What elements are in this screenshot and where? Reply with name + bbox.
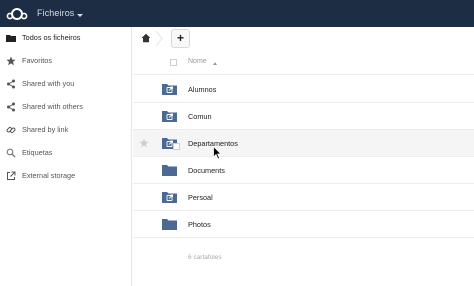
folder-icon	[162, 219, 177, 230]
external-icon	[7, 171, 16, 180]
shared-folder-icon	[162, 192, 177, 203]
share-icon	[7, 102, 15, 112]
sidebar-item-label: Favoritos	[22, 56, 53, 65]
file-list-header: Nome	[133, 53, 474, 75]
sidebar-item-label: External storage	[22, 171, 76, 180]
breadcrumb-separator-icon	[155, 31, 163, 46]
file-name[interactable]: Documents	[188, 166, 225, 175]
table-row[interactable]: Alumnos	[133, 76, 474, 103]
sidebar-item-label: Etiquetas	[22, 148, 53, 157]
file-name[interactable]: Photos	[188, 220, 211, 229]
app-menu-title[interactable]: Ficheiros	[37, 8, 74, 18]
table-row[interactable]: Photos	[133, 211, 474, 238]
row-checkbox[interactable]	[173, 143, 180, 150]
sidebar: Todos os ficheiros Favoritos Shared with…	[0, 27, 132, 286]
file-name[interactable]: Alumnos	[188, 85, 216, 94]
table-row[interactable]: Persoal	[133, 184, 474, 211]
select-all-checkbox[interactable]	[170, 59, 177, 66]
new-file-button[interactable]: +	[171, 29, 190, 48]
link-icon	[6, 126, 16, 134]
sidebar-item-tags[interactable]: Etiquetas	[0, 142, 132, 165]
sidebar-item-label: Shared with others	[22, 102, 83, 111]
file-name[interactable]: Comun	[188, 112, 212, 121]
app-header: Ficheiros	[0, 0, 474, 27]
folder-icon	[162, 165, 177, 176]
shared-folder-icon	[162, 111, 177, 122]
sidebar-item-label: Shared by link	[22, 125, 69, 134]
mouse-cursor-icon	[213, 146, 222, 160]
sort-ascending-icon[interactable]	[213, 62, 217, 65]
file-count-summary: 6 cartafoles	[188, 254, 222, 261]
sidebar-item-shared-with-others[interactable]: Shared with others	[0, 96, 132, 119]
table-row[interactable]: Departamentos	[133, 130, 474, 157]
sidebar-item-external-storage[interactable]: External storage	[0, 165, 132, 188]
star-icon	[6, 56, 16, 66]
star-icon[interactable]	[139, 138, 149, 148]
sidebar-item-all-files[interactable]: Todos os ficheiros	[0, 27, 132, 50]
folder-icon	[6, 35, 16, 42]
table-row[interactable]: Documents	[133, 157, 474, 184]
sidebar-item-label: Shared with you	[22, 79, 75, 88]
chevron-down-icon[interactable]	[77, 14, 83, 17]
shared-folder-icon	[162, 84, 177, 95]
table-row[interactable]: Comun	[133, 103, 474, 130]
sidebar-item-label: Todos os ficheiros	[22, 33, 81, 42]
column-name[interactable]: Nome	[188, 58, 207, 65]
cloud-logo-icon[interactable]	[6, 7, 28, 21]
file-name[interactable]: Persoal	[188, 193, 213, 202]
sidebar-item-favorites[interactable]: Favoritos	[0, 50, 132, 73]
share-icon	[7, 79, 15, 89]
sidebar-item-shared-with-you[interactable]: Shared with you	[0, 73, 132, 96]
home-icon[interactable]	[141, 33, 151, 43]
breadcrumb: +	[133, 27, 474, 51]
tag-icon	[6, 148, 16, 158]
sidebar-item-shared-by-link[interactable]: Shared by link	[0, 119, 132, 142]
